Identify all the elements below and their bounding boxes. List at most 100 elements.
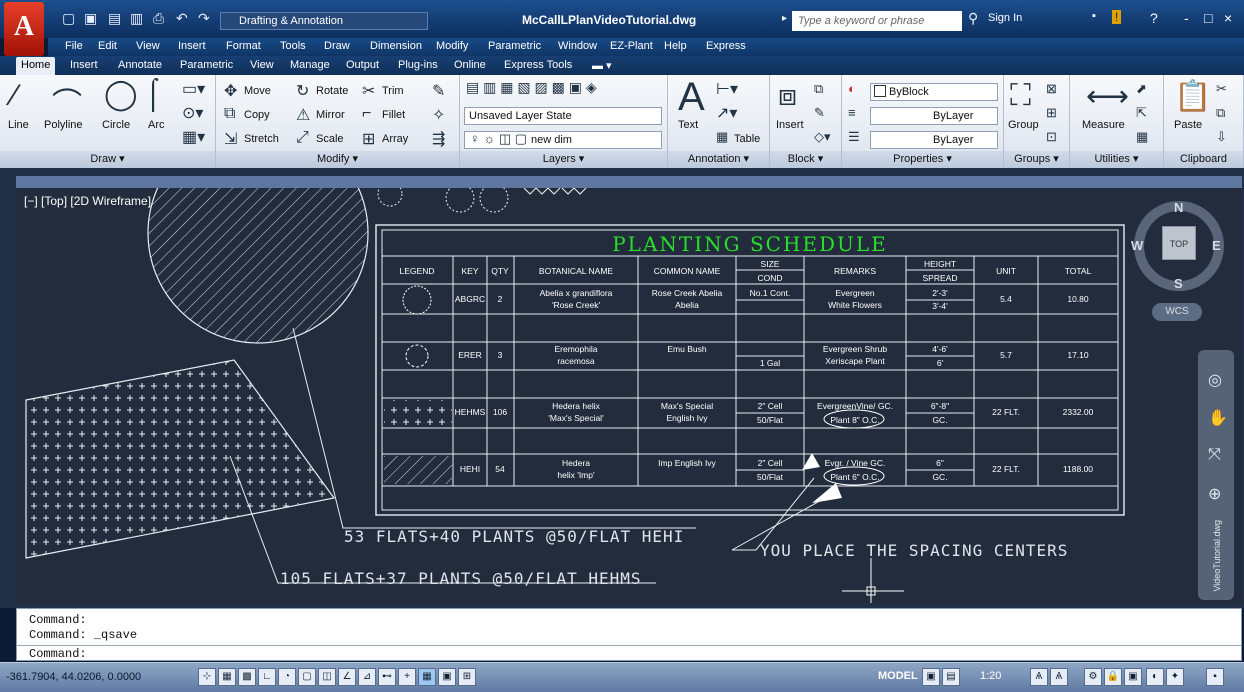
menu-view[interactable]: View xyxy=(136,40,160,52)
mirror-button[interactable]: Mirror xyxy=(316,109,345,121)
menu-ez-plant[interactable]: EZ-Plant xyxy=(610,40,653,52)
stretch-button[interactable]: Stretch xyxy=(244,133,279,145)
circle-icon[interactable]: ◯ xyxy=(104,77,138,112)
plot-icon[interactable]: ⎙ xyxy=(153,10,164,27)
group-button[interactable]: Group xyxy=(1008,119,1039,131)
annotation-panel-title[interactable]: Annotation ▾ xyxy=(668,151,769,168)
arc-button[interactable]: Arc xyxy=(148,119,165,131)
lock-icon[interactable]: 🔒 xyxy=(1104,668,1122,686)
menu-edit[interactable]: Edit xyxy=(98,40,117,52)
ungroup-icon[interactable]: ⊠ xyxy=(1046,81,1057,97)
layer-state-dropdown[interactable]: Unsaved Layer State xyxy=(464,107,662,125)
annotation-visibility-icon[interactable]: Ѧ xyxy=(1030,668,1048,686)
viewcube-top[interactable]: TOP xyxy=(1162,226,1196,260)
dyn-toggle[interactable]: ⊷ xyxy=(378,668,396,686)
polyline-icon[interactable]: ⌒ xyxy=(52,79,82,123)
maximize-button[interactable]: □ xyxy=(1204,10,1212,26)
block-panel-title[interactable]: Block ▾ xyxy=(770,151,841,168)
paste-button[interactable]: Paste xyxy=(1174,119,1202,131)
arc-icon[interactable]: ⌠ xyxy=(144,77,162,111)
workspace-switching-icon[interactable]: ⚙ xyxy=(1084,668,1102,686)
pan-icon[interactable]: ✋ xyxy=(1208,408,1228,428)
cut-icon[interactable]: ✂ xyxy=(1216,81,1227,97)
group-selection-icon[interactable]: ⊡ xyxy=(1046,129,1057,145)
color-dropdown[interactable]: ByBlock xyxy=(870,83,998,101)
group-icon[interactable]: ⛶ xyxy=(1010,79,1031,113)
match-properties-icon[interactable]: ◐ xyxy=(848,81,856,96)
insert-block-icon[interactable]: ⧈ xyxy=(778,79,797,113)
properties-panel-title[interactable]: Properties ▾ xyxy=(842,151,1003,168)
menu-parametric[interactable]: Parametric xyxy=(488,40,541,52)
table-icon[interactable]: ▦ xyxy=(716,129,728,145)
ortho-toggle[interactable]: ∟ xyxy=(258,668,276,686)
annotation-scale[interactable]: 1:20 xyxy=(980,670,1001,682)
isolate-objects-icon[interactable]: ◐ xyxy=(1146,668,1164,686)
table-button[interactable]: Table xyxy=(734,133,760,145)
quick-view-icon[interactable]: ▤ xyxy=(942,668,960,686)
minimize-button[interactable]: - xyxy=(1184,10,1189,26)
menu-modify[interactable]: Modify xyxy=(436,40,468,52)
paste-icon[interactable]: 📋 xyxy=(1174,79,1211,114)
array-button[interactable]: Array xyxy=(382,133,408,145)
rectangle-icon[interactable]: ▭▾ xyxy=(182,79,205,99)
sign-in-button[interactable]: Sign In xyxy=(988,12,1022,24)
scale-button[interactable]: Scale xyxy=(316,133,344,145)
selection-cycling-toggle[interactable]: ⊞ xyxy=(458,668,476,686)
binoculars-icon[interactable]: ⚲ xyxy=(968,10,978,27)
compass-north[interactable]: N xyxy=(1174,200,1183,215)
compass-south[interactable]: S xyxy=(1174,276,1183,291)
measure-button[interactable]: Measure xyxy=(1082,119,1125,131)
lightbulb-icon[interactable]: ✦ xyxy=(1166,668,1184,686)
clipboard-panel-title[interactable]: Clipboard xyxy=(1164,151,1243,168)
tab-insert[interactable]: Insert xyxy=(70,59,98,71)
trim-button[interactable]: Trim xyxy=(382,85,404,97)
search-input[interactable]: Type a keyword or phrase xyxy=(792,11,962,31)
info-icon[interactable]: ▪ xyxy=(1092,10,1096,22)
planting-schedule-table[interactable]: PLANTING SCHEDULE LEGEND KEY QTY BOTANIC… xyxy=(375,224,1125,516)
tab-annotate[interactable]: Annotate xyxy=(118,59,162,71)
tab-manage[interactable]: Manage xyxy=(290,59,330,71)
rotate-icon[interactable]: ↻ xyxy=(296,81,309,101)
mirror-icon[interactable]: ⚠ xyxy=(296,105,310,125)
array-icon[interactable]: ⊞ xyxy=(362,129,375,149)
copy-icon[interactable]: ⧉ xyxy=(224,105,235,123)
save-as-icon[interactable]: ▥ xyxy=(130,10,143,27)
lineweight-toggle[interactable]: + xyxy=(398,668,416,686)
tab-home[interactable]: Home xyxy=(16,57,56,75)
utilities-panel-title[interactable]: Utilities ▾ xyxy=(1070,151,1163,168)
menu-draw[interactable]: Draw xyxy=(324,40,350,52)
steering-wheel-icon[interactable]: ◎ xyxy=(1208,370,1222,390)
3dosnap-toggle[interactable]: ◫ xyxy=(318,668,336,686)
tab-express-tools[interactable]: Express Tools xyxy=(504,59,572,71)
tab-online[interactable]: Online xyxy=(454,59,486,71)
stretch-icon[interactable]: ⇲ xyxy=(224,129,237,149)
copy-button[interactable]: Copy xyxy=(244,109,270,121)
orbit-icon[interactable]: ⊕ xyxy=(1208,484,1221,504)
lineweight-dropdown[interactable]: ByLayer xyxy=(870,131,998,149)
scale-icon[interactable]: ⤢ xyxy=(296,129,309,147)
menu-express[interactable]: Express xyxy=(706,40,746,52)
tab-options-icon[interactable]: ▬ ▾ xyxy=(592,59,612,72)
layers-panel-title[interactable]: Layers ▾ xyxy=(460,151,667,168)
layer-tools-icons[interactable]: ▤ ▥ ▦ ▧ ▨ ▩ ▣ ◈ xyxy=(466,79,597,96)
hardware-acceleration-icon[interactable]: ▣ xyxy=(1124,668,1142,686)
search-expand-icon[interactable]: ▸ xyxy=(782,13,787,24)
menu-file[interactable]: File xyxy=(65,40,83,52)
command-input[interactable]: Command: xyxy=(29,647,87,661)
rotate-button[interactable]: Rotate xyxy=(316,85,348,97)
menu-dimension[interactable]: Dimension xyxy=(370,40,422,52)
quick-properties-toggle[interactable]: ▣ xyxy=(438,668,456,686)
exchange-icon[interactable]: ! xyxy=(1112,10,1122,24)
linetype-dropdown[interactable]: ByLayer xyxy=(870,107,998,125)
block-attributes-icon[interactable]: ◇▾ xyxy=(814,129,831,145)
draw-panel-title[interactable]: Draw ▾ xyxy=(0,151,215,168)
copy-with-base-icon[interactable]: ⇩ xyxy=(1216,129,1227,145)
menu-help[interactable]: Help xyxy=(664,40,687,52)
calculator-icon[interactable]: ▦ xyxy=(1136,129,1148,145)
fillet-icon[interactable]: ⌐ xyxy=(362,105,371,123)
edit-block-icon[interactable]: ✎ xyxy=(814,105,825,121)
clean-screen-icon[interactable]: ▪ xyxy=(1206,668,1224,686)
osnap-toggle[interactable]: ▢ xyxy=(298,668,316,686)
polar-toggle[interactable]: ◔ xyxy=(278,668,296,686)
tab-plug-ins[interactable]: Plug-ins xyxy=(398,59,438,71)
